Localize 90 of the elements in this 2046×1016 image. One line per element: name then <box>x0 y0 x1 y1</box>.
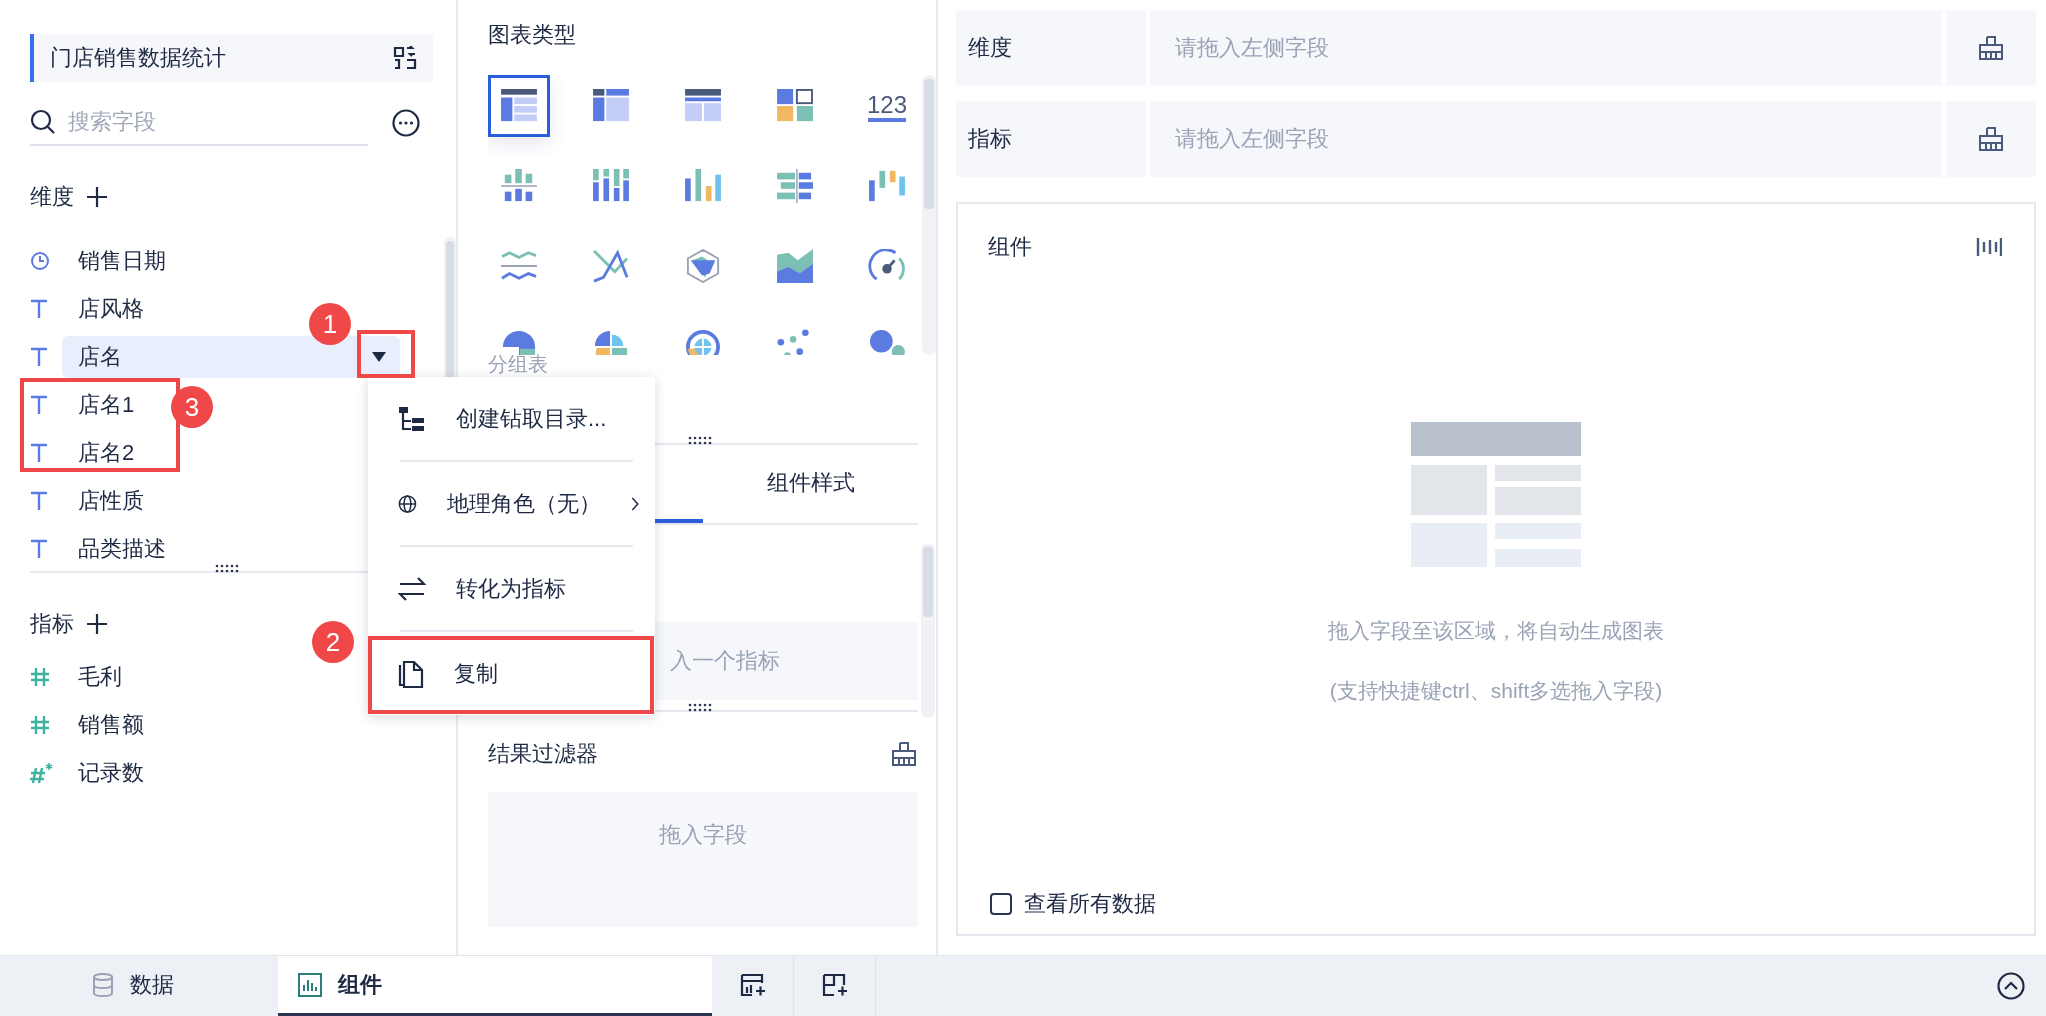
hash-star-icon <box>30 762 54 784</box>
section-title: 结果过滤器 <box>488 740 598 768</box>
database-icon <box>92 972 114 997</box>
drag-handle-icon <box>688 703 714 712</box>
caret-icon <box>371 351 387 363</box>
drag-handle-icon <box>688 436 714 445</box>
scrollbar[interactable] <box>921 543 935 718</box>
radar-chart-icon <box>684 249 722 283</box>
bar-chart-icon <box>868 169 906 203</box>
section-title: 指标 <box>30 610 74 638</box>
panel-title: 图表类型 <box>488 21 577 49</box>
field-item[interactable]: 记录数 <box>62 752 156 794</box>
more-icon <box>392 109 420 137</box>
tiles-icon <box>776 89 814 123</box>
empty-hint: (支持快捷键ctrl、shift多选拖入字段) <box>1329 678 1663 704</box>
bar-chart-icon <box>500 169 538 203</box>
drop-zone: 拖入字段 <box>488 792 918 927</box>
menu-item[interactable]: 创建钻取目录... <box>368 377 655 460</box>
dataset-title: 门店销售数据统计 <box>50 44 226 72</box>
bar-chart-icon <box>684 169 722 203</box>
table-icon <box>500 89 538 123</box>
drag-handle-icon <box>215 564 241 573</box>
clear-button[interactable] <box>1946 101 2036 177</box>
text-type-icon <box>30 299 48 319</box>
field-item[interactable]: 毛利 <box>62 656 134 698</box>
text-type-icon <box>30 491 48 511</box>
hierarchy-icon <box>398 405 426 432</box>
field-item[interactable]: 店名2 <box>62 432 147 474</box>
drop-zone: 请拖入左侧字段 <box>1150 101 1942 177</box>
table-icon <box>684 89 722 123</box>
area-chart-icon <box>776 249 814 283</box>
drop-zone: 请拖入左侧字段 <box>1150 10 1942 86</box>
table-icon <box>592 89 630 123</box>
menu-item[interactable]: 地理角色（无） <box>368 462 655 545</box>
clock-icon <box>30 251 50 271</box>
shelf-label: 维度 <box>956 10 1146 86</box>
chevron-up-icon <box>1997 972 2025 1001</box>
search-input[interactable]: 搜索字段 <box>66 108 350 136</box>
copy-icon <box>398 659 424 688</box>
pie-chart-icon <box>592 329 630 355</box>
field-item[interactable]: 销售日期 <box>62 240 178 282</box>
bar-chart-icon <box>592 169 630 203</box>
bars-icon <box>1976 237 2002 257</box>
hash-icon <box>30 715 50 735</box>
plus-icon <box>86 613 108 635</box>
annotation-badge: 2 <box>312 621 354 663</box>
field-item[interactable]: 店名1 <box>62 384 147 426</box>
annotation-badge: 1 <box>309 303 351 345</box>
annotation-badge: 3 <box>171 386 213 428</box>
line-chart-icon <box>592 249 630 283</box>
text-type-icon <box>30 539 48 559</box>
empty-hint: 拖入字段至该区域，将自动生成图表 <box>1328 618 1664 644</box>
text-type-icon <box>30 443 48 463</box>
search-icon <box>30 109 56 135</box>
text-type-icon <box>30 347 48 367</box>
chart-type-button[interactable]: 123 <box>856 75 918 137</box>
text-type-icon <box>30 395 48 415</box>
chart-type-label: 分组表 <box>488 353 549 375</box>
bottom-tab[interactable]: 组件 <box>278 956 712 1016</box>
field-item[interactable]: 销售额 <box>62 704 156 746</box>
dataset-title-bar[interactable]: 门店销售数据统计 <box>30 34 433 82</box>
swap-icon <box>398 575 426 602</box>
chart-type-button[interactable] <box>488 75 550 137</box>
switch-icon <box>393 46 417 70</box>
section-title: 维度 <box>30 183 74 211</box>
bar-chart-icon <box>776 169 814 203</box>
plus-icon <box>86 186 108 208</box>
tab[interactable]: 组件样式 <box>703 447 918 523</box>
bottom-tab[interactable]: 数据 <box>0 956 278 1016</box>
brush-icon <box>890 741 918 767</box>
checkbox-label: 查看所有数据 <box>1024 890 1156 918</box>
hash-icon <box>30 667 50 687</box>
line-chart-icon <box>500 249 538 283</box>
field-item[interactable]: 店名 <box>62 336 400 378</box>
shelf-label: 指标 <box>956 101 1146 177</box>
field-item[interactable]: 店风格 <box>62 288 156 330</box>
field-item[interactable]: 店性质 <box>62 480 156 522</box>
card-title: 组件 <box>988 233 1032 261</box>
clear-button[interactable] <box>1946 10 2036 86</box>
sunburst-icon <box>684 329 722 355</box>
highlight-frame <box>357 330 415 378</box>
chart-icon <box>298 972 322 997</box>
field-item[interactable]: 品类描述 <box>62 528 178 569</box>
scrollbar[interactable] <box>922 75 936 355</box>
gauge-icon <box>868 249 906 283</box>
bubbles-icon <box>868 329 906 355</box>
pie-chart-icon <box>500 329 538 355</box>
brush-icon <box>1977 35 2005 61</box>
brush-icon <box>1977 126 2005 152</box>
checkbox[interactable] <box>990 893 1012 915</box>
